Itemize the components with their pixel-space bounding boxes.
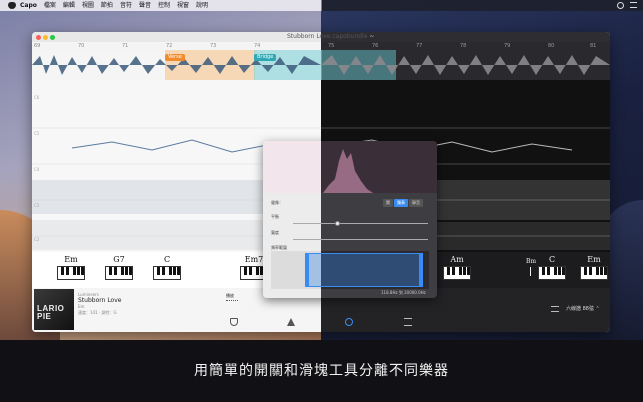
width-slider[interactable]	[293, 239, 428, 240]
mode-mute-button[interactable]: 靜音	[409, 199, 423, 207]
isolation-mode-control: 關 獨奏 靜音	[383, 199, 423, 207]
menu-view[interactable]: 視圖	[82, 0, 94, 11]
tuner-icon[interactable]	[230, 318, 238, 326]
ruler-tick: 73	[210, 43, 217, 49]
minimize-window-button[interactable]	[43, 35, 48, 40]
menu-help[interactable]: 說明	[196, 0, 208, 11]
freq-label: C5	[34, 131, 40, 136]
ruler-tick: 71	[122, 43, 129, 49]
chord-c[interactable]: C	[152, 255, 182, 280]
menu-file[interactable]: 檔案	[44, 0, 56, 11]
piano-keyboard-icon	[538, 266, 566, 280]
piano-keyboard-icon	[153, 266, 181, 280]
chord-g7[interactable]: G7	[104, 255, 134, 280]
menu-note[interactable]: 音符	[120, 0, 132, 11]
isolation-heading: 聲像：	[271, 200, 283, 205]
piano-keyboard-icon	[105, 266, 133, 280]
ruler-tick: 78	[460, 43, 467, 49]
document-title: Stubborn Love.capobundle ~	[287, 33, 374, 40]
playback-label[interactable]: 播放	[226, 293, 234, 299]
menu-beat[interactable]: 節拍	[101, 0, 113, 11]
width-label: 寬度	[271, 230, 279, 235]
freq-label: C4	[34, 167, 40, 172]
menu-app-name[interactable]: Capo	[20, 0, 37, 11]
document-title-text: Stubborn Love.capobundle	[287, 33, 368, 40]
section-marker-verse[interactable]: Verse	[165, 54, 185, 61]
ruler-tick: 74	[254, 43, 261, 49]
equalizer-icon[interactable]	[404, 318, 412, 326]
ruler-tick: 81	[590, 43, 597, 49]
piano-keyboard-icon	[443, 266, 471, 280]
marketing-caption: 用簡單的開關和滑塊工具分離不同樂器	[194, 363, 449, 379]
chord-label: C	[548, 255, 556, 264]
title-bar: Stubborn Love.capobundle ~	[32, 32, 610, 42]
metronome-icon[interactable]	[287, 318, 295, 326]
spotlight-search-icon[interactable]	[617, 2, 624, 9]
timeline-ruler[interactable]: 69 70 71 72 73 74 75 76 77 78 79 80 81	[32, 42, 610, 50]
ruler-tick: 72	[166, 43, 173, 49]
section-marker-bridge[interactable]: Bridge	[254, 54, 277, 61]
pan-label: 平衡	[271, 214, 279, 219]
chord-label: G7	[113, 255, 125, 264]
ruler-tick: 77	[416, 43, 423, 49]
freq-range-selector[interactable]	[305, 253, 423, 287]
freq-label: C3	[34, 203, 40, 208]
freq-low-handle[interactable]	[306, 254, 309, 286]
piano-keyboard-icon	[580, 266, 608, 280]
ruler-tick: 80	[548, 43, 555, 49]
chord-em[interactable]: Em	[579, 255, 609, 280]
ruler-tick: 69	[34, 43, 41, 49]
chord-label: C	[163, 255, 171, 264]
song-tempo: 速度：141 · 調性：G	[78, 310, 117, 315]
ruler-tick: 70	[78, 43, 85, 49]
mode-solo-button[interactable]: 獨奏	[394, 199, 408, 207]
apple-icon[interactable]	[8, 2, 16, 9]
isolation-icon[interactable]	[345, 318, 353, 326]
chord-c[interactable]: C	[537, 255, 567, 280]
zoom-window-button[interactable]	[50, 35, 55, 40]
menubar-status-area	[617, 2, 637, 9]
freq-range-readout: 118.8Hz 到 20000.0Hz	[381, 290, 426, 295]
chord-am[interactable]: Am	[442, 255, 472, 280]
menu-window[interactable]: 視窗	[177, 0, 189, 11]
chord-label: Em	[587, 255, 601, 264]
isolation-popover: 聲像： 關 獨奏 靜音 平衡 寬度 頻率範圍 118.8Hz 到 20000.0…	[263, 141, 437, 298]
menu-control[interactable]: 控制	[158, 0, 170, 11]
chord-label: Am	[450, 255, 464, 264]
bass-note-marker[interactable]: Bm	[525, 258, 537, 265]
tracks-list-icon[interactable]	[551, 306, 559, 312]
freq-label: C2	[34, 237, 40, 242]
ruler-tick: 75	[328, 43, 335, 49]
chord-label: Em	[64, 255, 78, 264]
mode-off-button[interactable]: 關	[383, 199, 393, 207]
menu-edit[interactable]: 編輯	[63, 0, 75, 11]
document-title-suffix: ~	[369, 33, 375, 40]
menu-sound[interactable]: 聲音	[139, 0, 151, 11]
song-info: Lumineers Stubborn Love Em 速度：141 · 調性：G	[78, 292, 121, 316]
menu-bar: Capo 檔案 編輯 視圖 節拍 音符 聲音 控制 視窗 說明	[0, 0, 643, 11]
ruler-tick: 79	[504, 43, 511, 49]
piano-keyboard-icon	[57, 266, 85, 280]
album-art: LARIO PIE	[34, 289, 74, 330]
pan-slider[interactable]	[293, 221, 428, 226]
spectrum-curve	[323, 149, 373, 193]
freq-label: C6	[34, 95, 40, 100]
chord-em[interactable]: Em	[56, 255, 86, 280]
bass-note-arrow-icon	[530, 267, 531, 276]
close-window-button[interactable]	[36, 35, 41, 40]
song-title: Stubborn Love	[78, 297, 122, 304]
waveform-graphic	[32, 50, 610, 80]
freq-high-handle[interactable]	[419, 254, 422, 286]
playback-progress[interactable]	[226, 300, 238, 302]
pan-slider-knob[interactable]	[335, 221, 340, 226]
notification-center-icon[interactable]	[630, 2, 637, 8]
tuning-select[interactable]: 六線譜 88弦 ⌃	[566, 305, 600, 312]
ruler-tick: 76	[372, 43, 379, 49]
album-art-text: LARIO PIE	[37, 304, 65, 321]
